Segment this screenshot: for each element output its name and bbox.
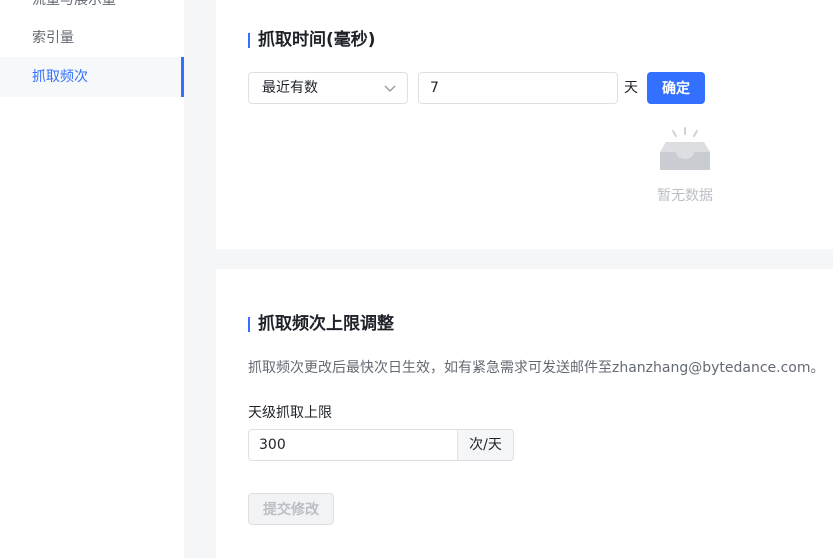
fetch-limit-description: 抓取频次更改后最快次日生效，如有紧急需求可发送邮件至zhanzhang@byte… [248,360,825,376]
section-title-fetch-time: 抓取时间(毫秒) [248,30,376,50]
section-title-fetch-limit: 抓取频次上限调整 [248,314,394,334]
chevron-down-icon [384,85,396,92]
empty-state-text: 暂无数据 [657,188,713,204]
empty-box-icon [660,127,710,170]
daily-limit-unit: 次/天 [457,429,514,461]
fetch-time-card: 抓取时间(毫秒) 最近有数 7 天 确定 暂无数据 [216,0,833,249]
sidebar-item-index[interactable]: 索引量 [0,18,184,58]
submit-changes-button[interactable]: 提交修改 [248,493,334,525]
days-unit-label: 天 [624,80,638,96]
fetch-limit-card: 抓取频次上限调整 抓取频次更改后最快次日生效，如有紧急需求可发送邮件至zhanz… [216,269,833,558]
time-range-select[interactable]: 最近有数 [248,72,408,104]
daily-limit-input[interactable]: 300 [248,429,458,461]
daily-limit-label: 天级抓取上限 [248,405,332,421]
time-range-select-value: 最近有数 [262,80,318,96]
confirm-button[interactable]: 确定 [647,72,705,104]
sidebar-item-fetch-frequency[interactable]: 抓取频次 [0,57,184,97]
sidebar: 流量与展示量 索引量 抓取频次 [0,0,184,558]
sidebar-item-traffic[interactable]: 流量与展示量 [0,0,184,20]
days-input[interactable]: 7 [418,72,618,104]
